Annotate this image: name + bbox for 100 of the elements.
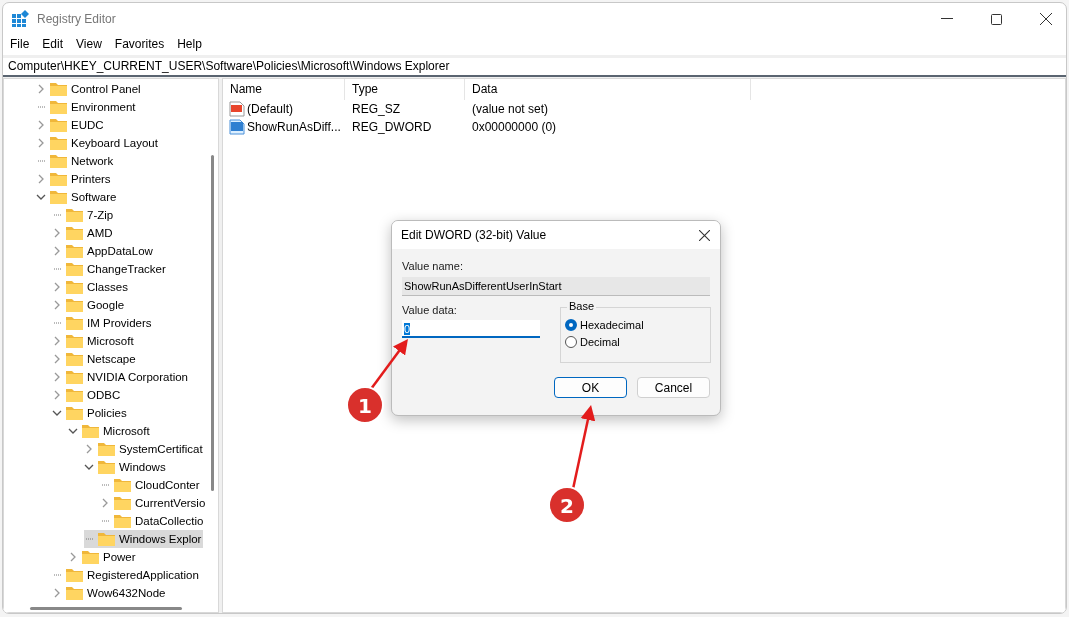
value-name[interactable]: (Default) bbox=[247, 102, 293, 116]
ok-button[interactable]: OK bbox=[554, 377, 627, 398]
chevron-right-icon[interactable] bbox=[36, 84, 46, 94]
table-cell-text: (value not set) bbox=[471, 102, 550, 116]
folder-icon bbox=[50, 154, 67, 168]
menu-item[interactable]: Favorites bbox=[114, 37, 165, 51]
tree-item[interactable]: Google bbox=[52, 296, 127, 314]
radio-option[interactable]: Hexadecimal bbox=[565, 319, 710, 331]
tree-item[interactable]: EUDC bbox=[36, 116, 106, 134]
cancel-button[interactable]: Cancel bbox=[637, 377, 710, 398]
tree-item[interactable]: 7-Zip bbox=[52, 206, 116, 224]
value-name-field[interactable]: ShowRunAsDifferentUserInStart bbox=[402, 277, 710, 296]
folder-icon bbox=[98, 460, 115, 474]
address-bar[interactable]: Computer\HKEY_CURRENT_USER\Software\Policies\Microsoft\Windows Explorer bbox=[3, 55, 1066, 77]
field-label: Value data: bbox=[402, 304, 458, 316]
folder-icon bbox=[66, 244, 83, 258]
folder-icon bbox=[98, 442, 115, 456]
text-value-icon bbox=[229, 101, 245, 117]
step-number: 2 bbox=[560, 494, 574, 518]
folder-icon bbox=[66, 370, 83, 384]
step-badge bbox=[548, 486, 586, 524]
tree-item[interactable]: RegisteredApplication bbox=[52, 566, 201, 584]
minimize-icon[interactable] bbox=[941, 18, 953, 20]
folder-icon bbox=[114, 514, 131, 528]
folder-icon bbox=[66, 280, 83, 294]
tree-item[interactable]: Network bbox=[36, 152, 116, 170]
folder-icon bbox=[66, 334, 83, 348]
folder-icon bbox=[50, 100, 67, 114]
dialog-title: Edit DWORD (32-bit) Value bbox=[401, 228, 547, 242]
tree-item[interactable]: Environment bbox=[36, 98, 138, 116]
folder-icon bbox=[66, 586, 83, 600]
maximize-icon[interactable] bbox=[991, 13, 1002, 25]
tree-item[interactable]: IM Providers bbox=[52, 314, 154, 332]
tree-item[interactable]: Control Panel bbox=[36, 80, 143, 98]
menu-item[interactable]: Help bbox=[177, 37, 202, 51]
tree-item[interactable]: Microsoft bbox=[52, 332, 136, 350]
tree-item[interactable]: Microsoft bbox=[68, 422, 152, 440]
folder-icon bbox=[82, 424, 99, 438]
folder-icon bbox=[66, 388, 83, 402]
tree-item[interactable]: SystemCertificat bbox=[84, 440, 205, 458]
chevron-down-icon[interactable] bbox=[84, 462, 94, 472]
arrow bbox=[370, 339, 408, 390]
menu-item[interactable]: Edit bbox=[42, 37, 64, 51]
chevron-right-icon[interactable] bbox=[100, 498, 110, 508]
table-cell-text: REG_DWORD bbox=[351, 120, 433, 134]
chevron-right-icon[interactable] bbox=[84, 444, 94, 454]
table-cell-text: REG_SZ bbox=[351, 102, 401, 116]
folder-icon bbox=[66, 226, 83, 240]
tree-item[interactable]: Printers bbox=[36, 170, 113, 188]
column-header[interactable]: Name bbox=[223, 79, 345, 100]
close-icon[interactable] bbox=[1040, 13, 1052, 25]
tree-item[interactable]: AppDataLow bbox=[52, 242, 155, 260]
tree-item[interactable]: Windows Explor bbox=[84, 530, 204, 548]
chevron-right-icon[interactable] bbox=[68, 552, 78, 562]
tree-item[interactable]: NVIDIA Corporation bbox=[52, 368, 190, 386]
registry-icon bbox=[11, 10, 29, 28]
tree-item[interactable]: Keyboard Layout bbox=[36, 134, 160, 152]
tree-item[interactable]: Software bbox=[36, 188, 119, 206]
close-icon[interactable] bbox=[699, 229, 710, 241]
step-number: 1 bbox=[358, 394, 372, 418]
folder-icon bbox=[50, 172, 67, 186]
chevron-right-icon[interactable] bbox=[52, 588, 62, 598]
folder-icon bbox=[66, 316, 83, 330]
tree-item[interactable]: Wow6432Node bbox=[52, 584, 168, 602]
folder-icon bbox=[66, 406, 83, 420]
step-badge bbox=[346, 386, 384, 424]
value-name[interactable]: ShowRunAsDiff... bbox=[247, 120, 341, 134]
folder-icon bbox=[66, 298, 83, 312]
value-data-field[interactable]: 0 bbox=[402, 320, 540, 338]
folder-icon bbox=[50, 190, 67, 204]
tree-item[interactable]: CurrentVersio bbox=[100, 494, 208, 512]
menu-item[interactable]: File bbox=[10, 37, 30, 51]
radio-option[interactable]: Decimal bbox=[565, 336, 710, 348]
scrollbar[interactable] bbox=[30, 607, 182, 610]
tree-item[interactable]: ChangeTracker bbox=[52, 260, 168, 278]
folder-icon bbox=[82, 550, 99, 564]
folder-icon bbox=[114, 496, 131, 510]
tree-item[interactable]: ODBC bbox=[52, 386, 123, 404]
tree-item[interactable]: AMD bbox=[52, 224, 115, 242]
binary-value-icon bbox=[229, 119, 245, 135]
tree-item[interactable]: Netscape bbox=[52, 350, 138, 368]
folder-icon bbox=[50, 82, 67, 96]
window-title: Registry Editor bbox=[37, 12, 116, 26]
tree-item[interactable]: Power bbox=[68, 548, 138, 566]
folder-icon bbox=[50, 118, 67, 132]
folder-icon bbox=[114, 478, 131, 492]
chevron-right-icon[interactable] bbox=[36, 174, 46, 184]
column-header[interactable]: Type bbox=[345, 79, 465, 100]
folder-icon bbox=[66, 352, 83, 366]
scrollbar[interactable] bbox=[211, 155, 214, 491]
tree-item[interactable]: Policies bbox=[52, 404, 129, 422]
folder-icon bbox=[66, 262, 83, 276]
table-cell-text: 0x00000000 (0) bbox=[471, 120, 558, 134]
tree-item[interactable]: Windows bbox=[84, 458, 168, 476]
menu-item[interactable]: View bbox=[76, 37, 102, 51]
tree-item[interactable]: Classes bbox=[52, 278, 130, 296]
chevron-down-icon[interactable] bbox=[36, 192, 46, 202]
tree-item[interactable]: DataCollectio bbox=[100, 512, 206, 530]
tree-item[interactable]: CloudConter bbox=[100, 476, 202, 494]
column-header[interactable]: Data bbox=[465, 79, 751, 100]
